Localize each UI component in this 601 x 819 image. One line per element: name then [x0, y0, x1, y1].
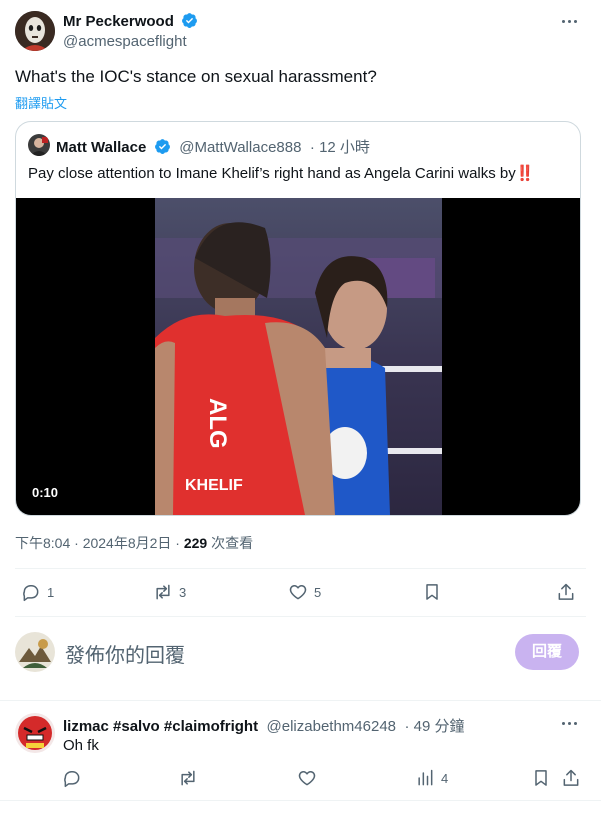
- current-user-avatar[interactable]: [15, 632, 55, 672]
- verified-badge-icon: [182, 13, 198, 28]
- quoted-author-name[interactable]: Matt Wallace: [56, 139, 146, 156]
- divider: [0, 700, 601, 701]
- like-button[interactable]: 5: [288, 582, 321, 602]
- reply-time[interactable]: · 49 分鐘: [404, 718, 464, 735]
- post-meta: 下午8:04 · 2024年8月2日 · 229 次查看: [15, 533, 253, 553]
- share-upload-icon: [563, 769, 579, 786]
- post-text: What's the IOC's stance on sexual harass…: [15, 67, 377, 86]
- reply-text: Oh fk: [63, 737, 99, 754]
- video-duration: 0:10: [32, 485, 59, 500]
- reply-repost-button[interactable]: [178, 768, 198, 788]
- reply-composer-input[interactable]: 發佈你的回覆: [65, 639, 185, 668]
- reply-author-avatar[interactable]: [15, 713, 55, 753]
- reply-author-handle[interactable]: @elizabethm46248: [267, 718, 396, 735]
- reply-more-options-icon[interactable]: [562, 722, 577, 725]
- author-name-row: Mr Peckerwood: [63, 12, 198, 31]
- quoted-author-handle[interactable]: @MattWallace888: [179, 139, 301, 156]
- translate-post-link[interactable]: 翻譯貼文: [15, 93, 67, 112]
- author-handle[interactable]: @acmespaceflight: [63, 33, 187, 50]
- svg-text:ALG: ALG: [204, 398, 231, 449]
- reply-button[interactable]: 1: [21, 582, 54, 602]
- speech-bubble-icon: [23, 584, 39, 602]
- author-avatar[interactable]: [15, 11, 55, 51]
- author-name[interactable]: Mr Peckerwood: [63, 13, 174, 30]
- reply-author-name[interactable]: lizmac #salvo #claimofright: [63, 718, 258, 735]
- bookmark-icon: [535, 770, 547, 786]
- repost-arrows-icon: [156, 584, 170, 600]
- post-timestamp[interactable]: 下午8:04 · 2024年8月2日 ·: [15, 535, 184, 551]
- quoted-post-text: Pay close attention to Imane Khelif’s ri…: [28, 165, 535, 182]
- verified-badge-icon: [154, 139, 170, 154]
- share-button[interactable]: [556, 582, 576, 602]
- video-frame: ALG KHELIF: [155, 198, 442, 515]
- bookmark-icon: [426, 584, 438, 600]
- reply-submit-button[interactable]: 回覆: [515, 634, 579, 670]
- divider: [15, 616, 586, 617]
- share-upload-icon: [558, 583, 574, 600]
- quoted-post-card[interactable]: Matt Wallace @MattWallace888 · 12 小時 Pay…: [15, 121, 581, 516]
- reply-reply-button[interactable]: [62, 768, 82, 788]
- reply-views-count: 4: [441, 770, 449, 786]
- quoted-author-row: Matt Wallace @MattWallace888 · 12 小時: [56, 136, 370, 157]
- repost-arrows-icon: [181, 770, 195, 786]
- speech-bubble-icon: [64, 770, 80, 788]
- svg-text:KHELIF: KHELIF: [185, 477, 243, 494]
- reply-count: 1: [47, 584, 55, 600]
- reply-like-button[interactable]: [297, 768, 317, 788]
- quoted-author-avatar[interactable]: [28, 134, 50, 156]
- bar-chart-icon: [418, 769, 433, 786]
- like-count: 5: [314, 584, 322, 600]
- video-player[interactable]: ALG KHELIF 0:10: [16, 198, 580, 515]
- views-count: 229: [183, 535, 208, 551]
- more-options-icon[interactable]: [562, 20, 577, 23]
- divider: [15, 568, 586, 569]
- heart-icon: [289, 585, 307, 600]
- heart-icon: [298, 771, 316, 786]
- bookmark-button[interactable]: [422, 582, 442, 602]
- repost-button[interactable]: 3: [153, 582, 186, 602]
- views-label: 次查看: [207, 535, 254, 551]
- reply-bookmark-button[interactable]: [531, 768, 551, 788]
- reply-share-button[interactable]: [561, 768, 581, 788]
- quoted-post-time[interactable]: · 12 小時: [310, 139, 370, 156]
- repost-count: 3: [179, 584, 187, 600]
- reply-author-row: lizmac #salvo #claimofright @elizabethm4…: [63, 715, 464, 736]
- reply-views-button[interactable]: 4: [415, 768, 448, 788]
- divider: [0, 800, 601, 801]
